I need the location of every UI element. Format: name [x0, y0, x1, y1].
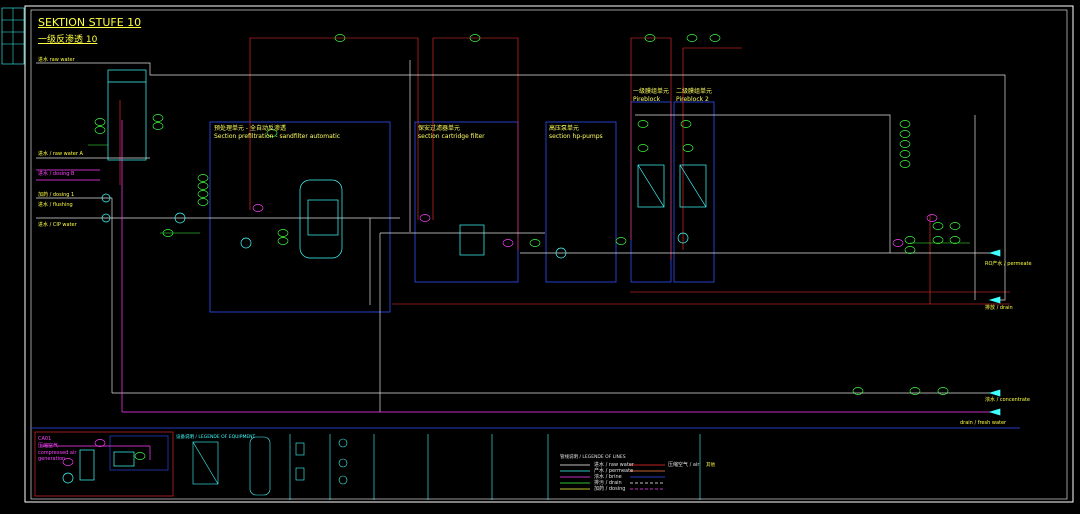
pid-diagram	[1, 5, 1074, 503]
drawing-title: SEKTION STUFE 10	[38, 16, 142, 29]
section-ro-1	[630, 101, 672, 283]
inlet-label-6: 进水 / CIP water	[38, 222, 77, 228]
section-ro1-cn: 一级膜组单元	[633, 88, 670, 95]
section-ro2-en: Pireblock 2	[676, 95, 709, 103]
section-cartridge-title: 保安过滤器单元 section cartridge filter	[418, 125, 485, 140]
drain-lines	[36, 120, 995, 460]
legend-lines-title: 管线说明 / LEGENDE OF LINES	[560, 455, 626, 460]
section-pre-title: 预处理单元 - 全自动反渗透 Section prefiltration - s…	[214, 125, 340, 140]
compressed-air-cn: 压缩空气	[38, 442, 59, 449]
section-ro1-en: Pireblock	[633, 95, 661, 103]
section-hp-cn: 高压泵单元	[549, 125, 580, 132]
inlet-label-5: 进水 / flushing	[38, 202, 73, 208]
compressed-air-en2: generation	[38, 456, 66, 463]
outlet-label-4: drain / fresh water	[960, 420, 1007, 426]
sand-filter-vessel	[299, 179, 343, 259]
cartridge-filter	[459, 224, 485, 256]
inlet-label-2: 进水 / raw water A	[38, 151, 83, 157]
process-lines	[36, 60, 1006, 412]
section-pre-en: Section prefiltration - sandfilter autom…	[214, 132, 341, 140]
equipment	[62, 69, 1001, 484]
legend-line-item: 压缩空气 / air	[668, 462, 700, 468]
drawing-subtitle: 一级反渗透 10	[38, 35, 98, 45]
compressed-air-tag: CA01	[38, 436, 52, 442]
section-cartridge-cn: 保安过滤器单元	[418, 125, 461, 132]
section-ro2-cn: 二级膜组单元	[676, 88, 713, 95]
instruments	[94, 34, 961, 460]
inlet-label-3: 进水 / dosing B	[38, 171, 75, 177]
section-ro2-title: 二级膜组单元 Pireblock 2	[676, 88, 712, 103]
outlet-label-3: 浓水 / concentrate	[985, 397, 1030, 403]
section-cartridge-en: section cartridge filter	[418, 132, 485, 140]
inlet-label-4: 加药 / dosing 1	[38, 192, 75, 198]
section-hp-pumps	[545, 121, 617, 283]
section-ro1-title: 一级膜组单元 Pireblock	[633, 88, 669, 103]
section-hp-en: section hp-pumps	[549, 132, 603, 140]
signal-lines	[119, 37, 1010, 305]
inlet-label-1: 进水 raw water	[38, 57, 75, 63]
section-hp-title: 高压泵单元 section hp-pumps	[549, 125, 603, 140]
legend-equipment-title: 设备说明 / LEGENDE OF EQUIPMENT	[176, 435, 256, 440]
legend-line-item: 加药 / dosing	[594, 486, 626, 492]
compressed-air-en1: compressed air	[38, 449, 77, 456]
outlet-label-1: RO产水 / permeate	[985, 261, 1032, 267]
outlet-label-2: 排放 / drain	[985, 305, 1013, 311]
pump-icon	[240, 237, 252, 249]
legend-others-title: 其他	[706, 463, 715, 468]
section-pre-cn: 预处理单元 - 全自动反渗透	[214, 125, 286, 132]
compressed-air-title: CA01 压缩空气 compressed air generation	[38, 436, 76, 463]
air-receiver	[79, 449, 95, 481]
section-cartridge-filter	[414, 121, 519, 283]
compressor-icon	[62, 472, 74, 484]
tank-b101	[107, 69, 147, 161]
